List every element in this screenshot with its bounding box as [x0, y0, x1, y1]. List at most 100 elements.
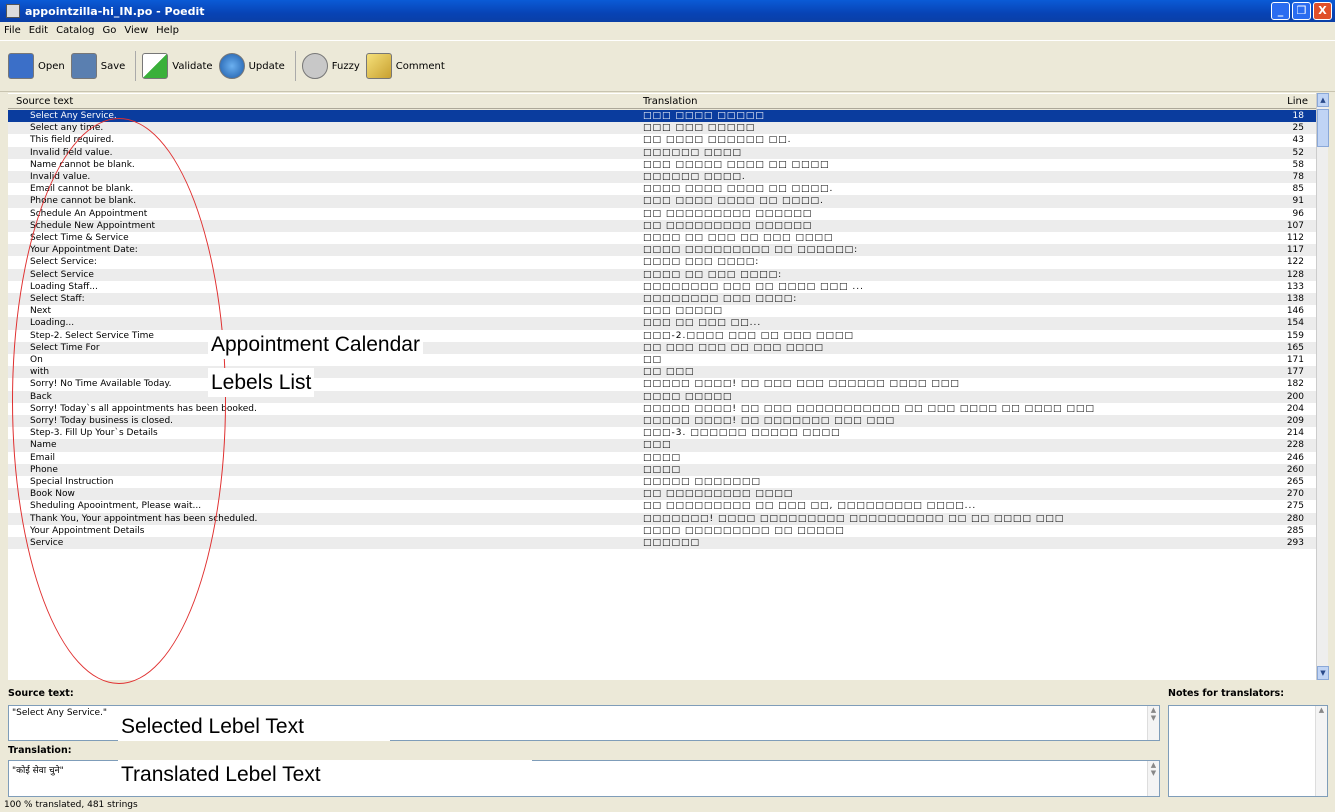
save-icon [70, 53, 97, 79]
translation-cell: □□□□□□ [643, 538, 701, 548]
menu-go[interactable]: Go [103, 25, 117, 36]
translation-cell: □□ □□□□□□□□□ □□□□□□ [643, 208, 813, 219]
line-cell: 122 [1286, 257, 1304, 268]
close-button[interactable]: X [1313, 2, 1332, 20]
translation-cell: □□ □□□□□□□□□ □□□□□□ [643, 220, 813, 231]
menu-edit[interactable]: Edit [29, 25, 48, 36]
annotation-translated-label: Translated Lebel Text [118, 760, 532, 789]
column-line-header[interactable]: Line [1287, 96, 1308, 107]
line-cell: 117 [1286, 245, 1304, 256]
translation-cell: □□□□□ □□□□! □□ □□□ □□□ □□□□□□ □□□□ □□□ [643, 379, 960, 390]
list-scrollbar[interactable]: ▲ ▼ [1316, 93, 1329, 680]
line-cell: 265 [1286, 477, 1304, 487]
line-cell: 165 [1286, 342, 1304, 353]
line-cell: 154 [1286, 318, 1304, 329]
translation-cell: □□□□ [643, 452, 682, 463]
line-cell: 275 [1286, 501, 1304, 512]
translation-scrollbar[interactable]: ▲ ▼ [1147, 761, 1159, 796]
translation-cell: □□□□ [643, 464, 682, 475]
line-cell: 285 [1286, 525, 1304, 536]
line-cell: 138 [1286, 294, 1304, 304]
table-row[interactable]: Name cannot be blank. □□□ □□□□□ □□□□ □□ □… [8, 159, 1316, 171]
column-source-header[interactable]: Source text [16, 96, 73, 107]
line-cell: 107 [1286, 220, 1304, 231]
translation-cell: □□□□ □□ □□□ □□□□: [643, 269, 783, 280]
translation-cell: □□□□ □□□□□ [643, 391, 733, 402]
notes-field[interactable]: ▲ [1168, 705, 1328, 797]
table-row[interactable]: Schedule An Appointment □□ □□□□□□□□□ □□□□… [8, 208, 1316, 220]
translation-cell: □□□□□□□□ □□□ □□ □□□□ □□□ ... [643, 281, 864, 292]
column-translation-header[interactable]: Translation [643, 96, 698, 107]
toolbar-separator [294, 51, 296, 81]
line-cell: 96 [1292, 208, 1304, 219]
comment-pencil-icon [365, 53, 392, 79]
scroll-thumb[interactable] [1317, 109, 1329, 147]
line-cell: 112 [1286, 233, 1304, 243]
line-cell: 204 [1286, 403, 1304, 414]
minimize-button[interactable]: _ [1271, 2, 1290, 20]
annotation-calendar-subtitle: Lebels List [208, 368, 315, 397]
comment-button[interactable]: Comment [365, 53, 445, 79]
table-row[interactable]: Invalid value. □□□□□□ □□□□. 78 [8, 171, 1316, 184]
menu-help[interactable]: Help [156, 25, 179, 36]
translation-cell: □□ □□□ □□□ □□ □□□ □□□□ [643, 342, 824, 353]
validate-button[interactable]: Validate [142, 53, 213, 79]
open-button[interactable]: Open [8, 53, 65, 79]
update-globe-icon [218, 53, 245, 79]
menu-bar: File Edit Catalog Go View Help [0, 22, 1335, 39]
list-header: Source text Translation Line [8, 93, 1326, 109]
menu-file[interactable]: File [4, 25, 21, 36]
line-cell: 171 [1286, 355, 1304, 365]
status-bar: 100 % translated, 481 strings [4, 800, 138, 810]
toolbar: Open Save Validate Update Fuzzy Comment [0, 40, 1335, 92]
source-text-label: Source text: [8, 688, 74, 699]
line-cell: 43 [1292, 135, 1304, 146]
line-cell: 293 [1286, 538, 1304, 548]
line-cell: 270 [1286, 489, 1304, 500]
translation-cell: □□□□□□ □□□□ [643, 147, 742, 158]
source-scrollbar[interactable]: ▲ ▼ [1147, 706, 1159, 740]
translation-cell: □□□□ □□□□□□□□□ □□ □□□□□□: [643, 245, 859, 256]
translation-value: "कोई सेवा चुने" [12, 766, 64, 776]
table-row[interactable]: Select any time. □□□ □□□ □□□□□ 25 [8, 122, 1316, 135]
save-button[interactable]: Save [70, 53, 126, 79]
table-row[interactable]: This field required. □□ □□□□ □□□□□□ □□. 43 [8, 134, 1316, 146]
line-cell: 85 [1292, 184, 1304, 195]
table-row[interactable]: Invalid field value. □□□□□□ □□□□ 52 [8, 146, 1316, 159]
notes-scrollbar[interactable]: ▲ [1315, 706, 1327, 796]
fuzzy-button[interactable]: Fuzzy [301, 53, 360, 79]
line-cell: 159 [1286, 330, 1304, 341]
table-row[interactable]: Select Any Service. □□□ □□□□ □□□□□ 18 [8, 110, 1316, 123]
translation-cell: □□□-3. □□□□□□ □□□□□ □□□□ [643, 428, 841, 439]
validate-check-icon [142, 53, 169, 79]
translation-cell: □□□□ □□□□ □□□□ □□ □□□□. [643, 184, 834, 195]
translation-cell: □□□□□□ □□□□. [643, 172, 746, 182]
line-cell: 228 [1286, 440, 1304, 451]
toolbar-separator [135, 51, 137, 81]
scroll-up-arrow-icon[interactable]: ▲ [1317, 93, 1329, 107]
toolbar-button-label: Save [100, 60, 126, 72]
scroll-down-arrow-icon[interactable]: ▼ [1317, 666, 1329, 680]
annotation-calendar-title: Appointment Calendar [208, 330, 423, 359]
line-cell: 58 [1292, 159, 1304, 170]
translation-cell: □□□□□ □□□□! □□ □□□ □□□□□□□□□□□ □□ □□□ □□… [643, 403, 1095, 414]
translation-cell: □□□ □□□□ □□□□ □□ □□□□. [643, 196, 824, 207]
annotation-selected-label: Selected Lebel Text [118, 712, 390, 741]
translation-cell: □□□ □□□ □□□□□ [643, 123, 756, 134]
table-row[interactable]: Phone cannot be blank. □□□ □□□□ □□□□ □□ □… [8, 195, 1316, 208]
table-row[interactable]: Email cannot be blank. □□□□ □□□□ □□□□ □□ … [8, 183, 1316, 195]
line-cell: 280 [1286, 513, 1304, 524]
notes-label: Notes for translators: [1168, 688, 1285, 699]
line-cell: 182 [1286, 379, 1304, 390]
line-cell: 214 [1286, 428, 1304, 439]
translation-label: Translation: [8, 745, 72, 756]
toolbar-button-label: Fuzzy [331, 60, 360, 72]
menu-view[interactable]: View [124, 25, 148, 36]
menu-catalog[interactable]: Catalog [56, 25, 94, 36]
window-title: appointzilla-hi_IN.po - Poedit [25, 4, 205, 18]
translation-cell: □□ [643, 355, 663, 365]
update-button[interactable]: Update [218, 53, 285, 79]
open-folder-icon [8, 53, 34, 79]
maximize-button[interactable]: ❒ [1292, 2, 1311, 20]
line-cell: 128 [1286, 269, 1304, 280]
